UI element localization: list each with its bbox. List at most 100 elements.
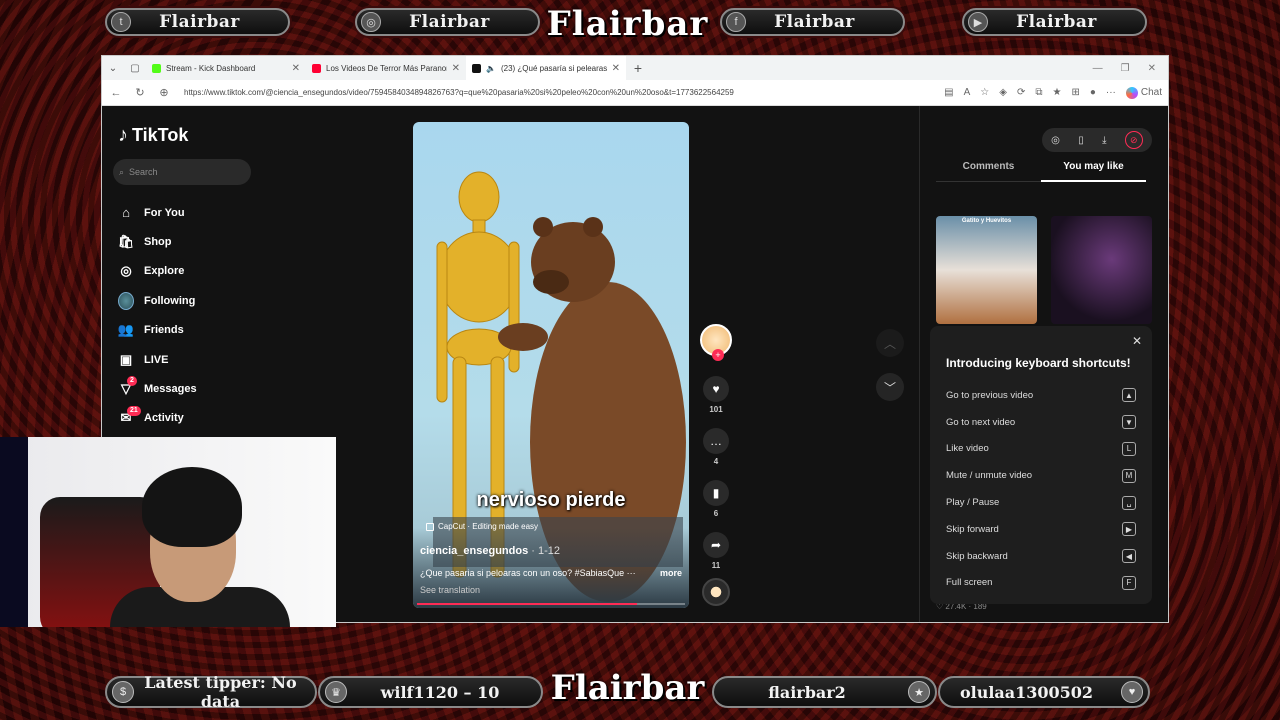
star-icon: ★	[908, 681, 930, 703]
share-action[interactable]: ➦ 11	[703, 532, 729, 570]
shortcut-label: Go to next video	[946, 416, 1016, 428]
favorites-icon[interactable]: ★	[1052, 87, 1061, 98]
tab-title: (23) ¿Qué pasaría si pelearas c	[500, 63, 607, 73]
workspaces-icon[interactable]: ▢	[124, 63, 146, 74]
nav-item-activity[interactable]: ✉ 21 Activity	[118, 404, 197, 433]
refresh-extension-icon[interactable]: ⟳	[1017, 87, 1025, 98]
social-label: Flairbar	[774, 12, 855, 32]
author-name: ciencia_ensegundos	[420, 545, 529, 557]
shortcut-row: Mute / unmute video M	[946, 462, 1136, 489]
key-l-icon: L	[1122, 441, 1136, 456]
more-button[interactable]: more	[660, 568, 682, 578]
nav-item-explore[interactable]: ◎ Explore	[118, 257, 197, 286]
shortcut-label: Like video	[946, 443, 989, 455]
restore-icon[interactable]: ❐	[1121, 63, 1130, 74]
suggested-video-thumb[interactable]: Gatito y Huevitos	[936, 216, 1037, 324]
video-progress-fill	[417, 603, 637, 605]
chat-button[interactable]: Chat	[1125, 86, 1162, 99]
thumb-label: Gatito y Huevitos	[961, 218, 1012, 224]
comment-icon: …	[703, 428, 729, 454]
nav-item-following[interactable]: Following	[118, 286, 197, 315]
tab-youtube[interactable]: Los Videos De Terror Más Paranor ✕	[306, 56, 466, 80]
post-date: · 1-12	[528, 545, 561, 557]
latest-tipper-text: Latest tipper: No data	[144, 673, 297, 711]
shortcut-row: Skip forward ▶	[946, 516, 1136, 543]
social-twitter: t Flairbar	[105, 8, 290, 36]
tab-kick[interactable]: Stream - Kick Dashboard ✕	[146, 56, 306, 80]
reader-icon[interactable]: ▤	[944, 87, 953, 98]
tiktok-note-icon: ♪	[118, 124, 128, 146]
stat1-pill: ♛ wilf1120 – 10	[318, 676, 543, 708]
facebook-icon: f	[726, 12, 746, 32]
tab-list-icon[interactable]: ⌄	[102, 63, 124, 74]
social-label: Flairbar	[1016, 12, 1097, 32]
reload-icon[interactable]: ↻	[132, 86, 148, 99]
translate-icon[interactable]: A	[964, 87, 971, 98]
creator-avatar[interactable]: +	[700, 324, 732, 361]
star-icon[interactable]: ☆	[980, 87, 989, 98]
suggested-video-thumb[interactable]	[1051, 216, 1152, 324]
chevron-down-icon[interactable]: ﹀	[876, 373, 904, 401]
nav-item-shop[interactable]: 🛍 Shop	[118, 227, 197, 256]
nav-item-for-you[interactable]: ⌂ For You	[118, 198, 197, 227]
close-icon[interactable]: ✕	[452, 63, 460, 74]
speaker-icon[interactable]: 🔈	[486, 64, 496, 73]
tiktok-icon	[472, 63, 481, 73]
social-facebook: f Flairbar	[720, 8, 905, 36]
key-right-icon: ▶	[1122, 522, 1136, 537]
new-tab-button[interactable]: +	[626, 60, 650, 76]
key-down-icon: ▼	[1122, 415, 1136, 430]
split-icon[interactable]: ⧉	[1035, 87, 1042, 98]
music-disc-icon[interactable]	[702, 578, 730, 606]
activity-badge: 21	[127, 405, 141, 416]
collections-icon[interactable]: ⊞	[1071, 87, 1079, 98]
url-field[interactable]: https://www.tiktok.com/@ciencia_ensegund…	[180, 84, 936, 102]
tab-tiktok[interactable]: 🔈 (23) ¿Qué pasaría si pelearas c ✕	[466, 56, 626, 80]
skeleton-figure	[436, 171, 520, 578]
tiktok-logo[interactable]: ♪ TikTok	[118, 124, 188, 147]
phone-icon[interactable]: ▯	[1078, 135, 1084, 146]
video-author[interactable]: ciencia_ensegundos · 1-12	[420, 545, 560, 557]
nav-item-friends[interactable]: 👥 Friends	[118, 316, 197, 345]
see-translation-link[interactable]: See translation	[420, 585, 480, 595]
tab-you-may-like[interactable]: You may like	[1041, 161, 1146, 182]
download-icon[interactable]: ⤓	[1102, 135, 1106, 146]
more-icon[interactable]: ···	[1106, 87, 1116, 98]
video-player[interactable]: nervioso pierde CapCut · Editing made ea…	[413, 122, 689, 608]
following-icon	[118, 291, 134, 310]
nav-label: Activity	[144, 412, 184, 425]
shortcuts-title: Introducing keyboard shortcuts!	[946, 356, 1131, 370]
close-icon[interactable]: ✕	[292, 63, 300, 74]
close-icon[interactable]: ✕	[612, 63, 620, 74]
like-action[interactable]: ♥ 101	[703, 376, 729, 414]
close-window-icon[interactable]: ✕	[1148, 63, 1156, 74]
keyboard-shortcuts-popup: ✕ Introducing keyboard shortcuts! Go to …	[930, 326, 1152, 604]
comment-count: 4	[713, 457, 719, 466]
save-action[interactable]: ▮ 6	[703, 480, 729, 518]
shortcut-label: Skip forward	[946, 523, 999, 535]
compass-icon[interactable]: ◎	[1051, 135, 1060, 146]
social-label: Flairbar	[159, 12, 240, 32]
profile-avatar[interactable]: ●	[1090, 87, 1096, 98]
close-icon[interactable]: ✕	[1132, 334, 1142, 348]
site-info-icon[interactable]: ⊕	[156, 86, 172, 99]
nav-item-live[interactable]: ▣ LIVE	[118, 345, 197, 374]
social-label: Flairbar	[409, 12, 490, 32]
tab-comments[interactable]: Comments	[936, 161, 1041, 182]
video-progress-bar[interactable]	[417, 603, 685, 605]
shortcut-label: Play / Pause	[946, 497, 1000, 509]
minimize-icon[interactable]: —	[1093, 63, 1103, 74]
live-off-icon[interactable]: ⊘	[1124, 131, 1143, 149]
back-icon[interactable]: ←	[108, 87, 124, 99]
nav-item-messages[interactable]: ▽ 2 Messages	[118, 374, 197, 403]
capcut-tag[interactable]: CapCut · Editing made easy	[426, 522, 538, 531]
heart-icon: ♥	[703, 376, 729, 402]
brand-title: Flairbar	[546, 4, 709, 44]
chevron-up-icon[interactable]: ︿	[876, 329, 904, 357]
comment-action[interactable]: … 4	[703, 428, 729, 466]
search-input[interactable]: ⌕ Search	[113, 159, 251, 185]
shortcut-label: Skip backward	[946, 550, 1008, 562]
extension-icon[interactable]: ◈	[999, 87, 1007, 98]
follow-plus-icon[interactable]: +	[712, 349, 724, 361]
key-f-icon: F	[1122, 575, 1136, 590]
